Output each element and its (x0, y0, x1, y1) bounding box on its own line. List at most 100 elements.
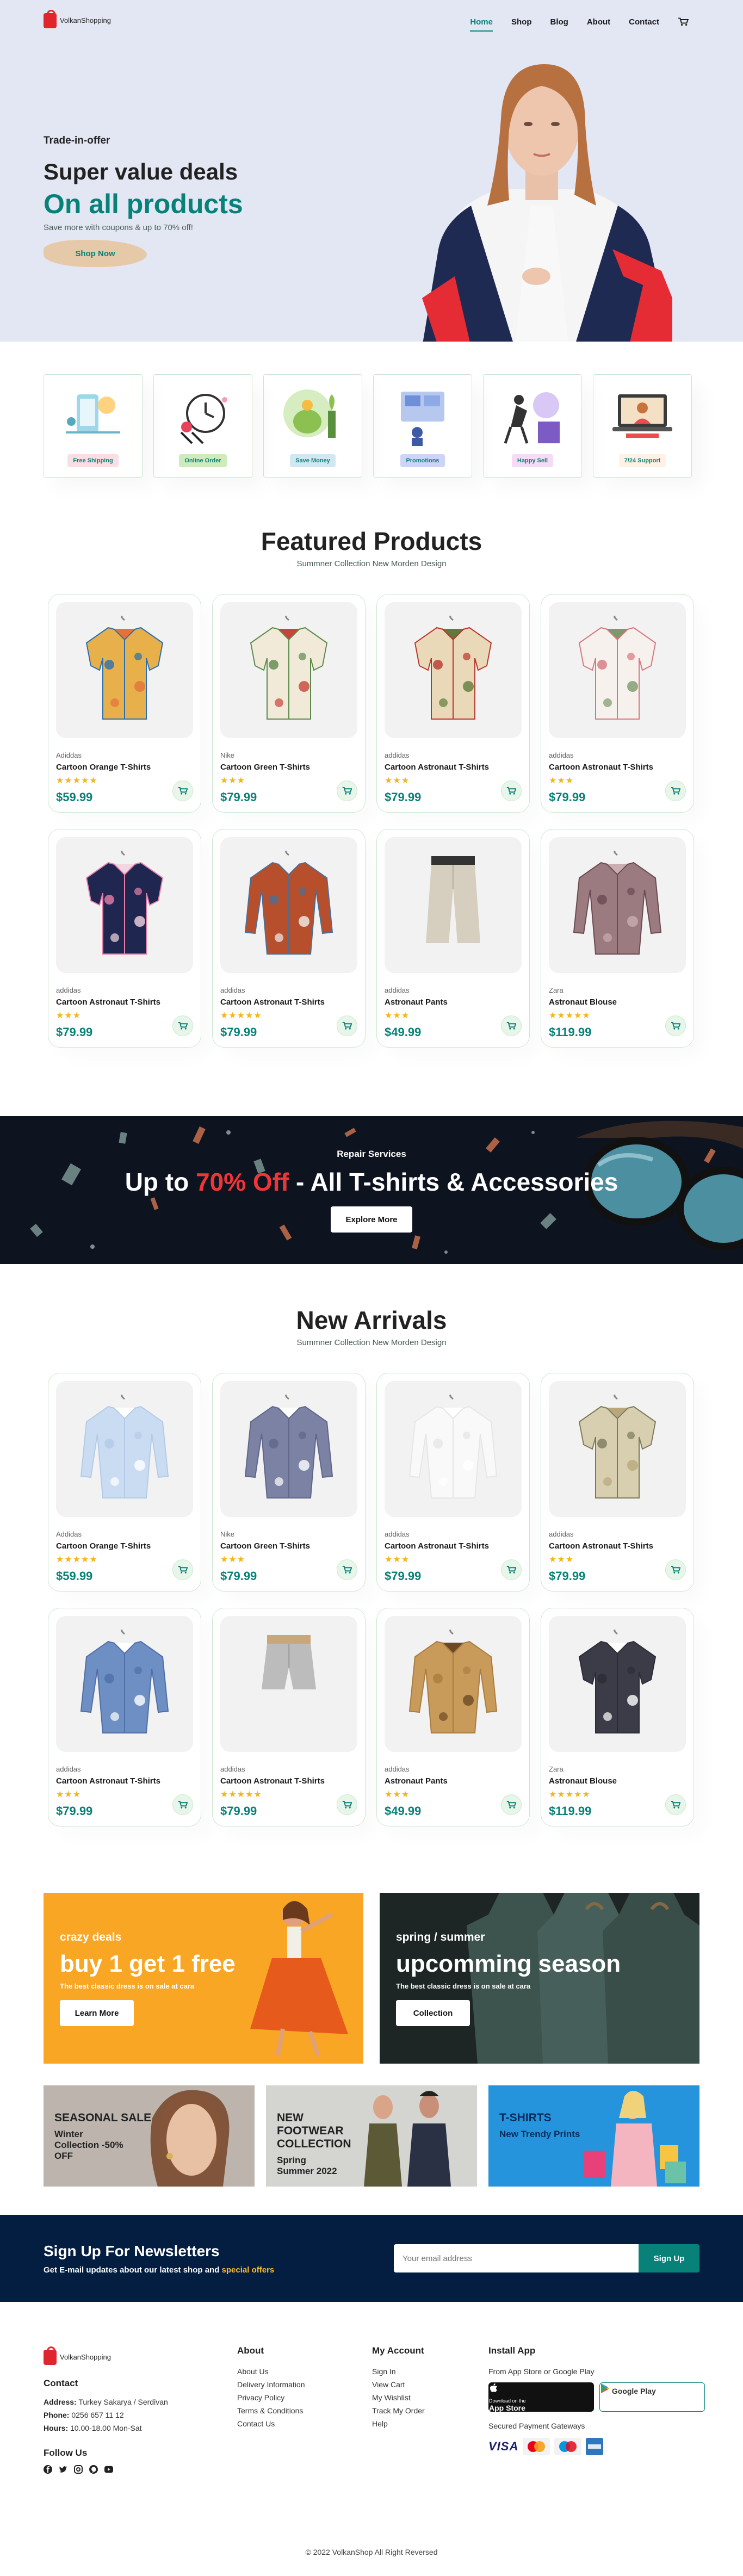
add-to-cart-button[interactable] (501, 1015, 522, 1036)
install-subtitle: From App Store or Google Play (488, 2367, 595, 2376)
product-image[interactable] (549, 1381, 686, 1517)
banner-title: Up to 70% Off - All T-shirts & Accessori… (0, 1167, 743, 1197)
collection-button[interactable]: Collection (396, 2000, 470, 2026)
product-image[interactable] (549, 1616, 686, 1752)
shop-now-button[interactable]: Shop Now (44, 240, 147, 267)
arrivals-heading: New Arrivals Summner Collection New Mord… (0, 1305, 743, 1347)
product-rating-stars: ★★★★★ (220, 1011, 262, 1020)
add-to-cart-button[interactable] (501, 781, 522, 801)
contact-address: Address: Turkey Sakarya / Serdivan (44, 2395, 168, 2408)
product-image[interactable] (385, 1381, 522, 1517)
product-card[interactable]: Nike Cartoon Green T-Shirts ★★★ $79.99 (212, 1373, 366, 1592)
product-image[interactable] (385, 1616, 522, 1752)
product-image[interactable] (549, 602, 686, 738)
product-rating-stars: ★★★ (385, 1011, 410, 1020)
product-card[interactable]: Nike Cartoon Green T-Shirts ★★★ $79.99 (212, 594, 366, 813)
facebook-icon[interactable] (44, 2465, 52, 2474)
app-store-button[interactable]: Download on the App Store (488, 2382, 594, 2412)
add-to-cart-button[interactable] (172, 1559, 193, 1580)
google-play-icon (601, 2383, 609, 2393)
add-to-cart-button[interactable] (337, 1559, 357, 1580)
google-play-label: Google Play (611, 2387, 656, 2395)
learn-more-button[interactable]: Learn More (60, 2000, 134, 2026)
logo[interactable]: VolkanShopping (44, 10, 111, 28)
product-image[interactable] (56, 1616, 193, 1752)
footer-link[interactable]: Help (372, 2417, 425, 2430)
add-to-cart-button[interactable] (665, 1559, 686, 1580)
product-card[interactable]: Zara Astronaut Blouse ★★★★★ $119.99 (541, 1608, 694, 1826)
twitter-icon[interactable] (59, 2465, 67, 2474)
add-to-cart-button[interactable] (172, 781, 193, 801)
product-image[interactable] (220, 1616, 357, 1752)
add-to-cart-button[interactable] (501, 1559, 522, 1580)
footer-link[interactable]: Terms & Conditions (237, 2404, 305, 2417)
add-to-cart-button[interactable] (172, 1794, 193, 1815)
address-label: Address: (44, 2398, 77, 2406)
product-card[interactable]: addidas Cartoon Astronaut T-Shirts ★★★ $79.… (376, 594, 530, 813)
cart-icon (178, 1801, 188, 1809)
sign-up-button[interactable]: Sign Up (639, 2244, 699, 2272)
footer-link[interactable]: Sign In (372, 2365, 425, 2378)
nav-about[interactable]: About (587, 17, 610, 28)
footer-link[interactable]: Contact Us (237, 2417, 305, 2430)
product-card[interactable]: addidas Cartoon Astronaut T-Shirts ★★★ $79.… (376, 1373, 530, 1592)
product-card[interactable]: addidas Cartoon Astronaut T-Shirts ★★★ $79.… (541, 1373, 694, 1592)
product-card[interactable]: addidas Cartoon Astronaut T-Shirts ★★★ $79.… (48, 1608, 201, 1826)
google-play-button[interactable]: Google Play (599, 2382, 705, 2412)
product-card[interactable]: addidas Cartoon Astronaut T-Shirts ★★★★★ $7… (212, 1608, 366, 1826)
add-to-cart-button[interactable] (337, 1015, 357, 1036)
nav-home[interactable]: Home (470, 17, 493, 32)
product-card[interactable]: addidas Astronaut Pants ★★★ $49.99 (376, 1608, 530, 1826)
product-card[interactable]: addidas Cartoon Astronaut T-Shirts ★★★★★ $7… (212, 829, 366, 1048)
product-image[interactable] (220, 837, 357, 973)
newsletter-email-input[interactable] (394, 2244, 639, 2272)
instagram-icon[interactable] (74, 2465, 83, 2474)
add-to-cart-button[interactable] (337, 781, 357, 801)
footer-link[interactable]: Privacy Policy (237, 2391, 305, 2404)
add-to-cart-button[interactable] (665, 1794, 686, 1815)
hero-highlight: On all products (44, 189, 243, 219)
product-card[interactable]: addidas Cartoon Astronaut T-Shirts ★★★ $79.… (541, 594, 694, 813)
add-to-cart-button[interactable] (501, 1794, 522, 1815)
nav-blog[interactable]: Blog (550, 17, 568, 28)
pinterest-icon[interactable] (89, 2465, 98, 2474)
product-card[interactable]: Adiddas Cartoon Orange T-Shirts ★★★★★ $59.9… (48, 594, 201, 813)
product-image[interactable] (56, 1381, 193, 1517)
product-image[interactable] (56, 602, 193, 738)
feature-label: Happy Sell (511, 454, 554, 467)
explore-more-button[interactable]: Explore More (331, 1206, 412, 1233)
banner-kicker: Repair Services (337, 1149, 406, 1159)
product-image[interactable] (220, 602, 357, 738)
footer-link[interactable]: Track My Order (372, 2404, 425, 2417)
product-card[interactable]: addidas Cartoon Astronaut T-Shirts ★★★ $79.… (48, 829, 201, 1048)
product-card[interactable]: addidas Astronaut Pants ★★★ $49.99 (376, 829, 530, 1048)
footer-link[interactable]: About Us (237, 2365, 305, 2378)
footer-link[interactable]: View Cart (372, 2378, 425, 2391)
product-card[interactable]: Addidas Cartoon Orange T-Shirts ★★★★★ $59.9… (48, 1373, 201, 1592)
product-image[interactable] (549, 837, 686, 973)
product-image[interactable] (220, 1381, 357, 1517)
footer-link[interactable]: My Wishlist (372, 2391, 425, 2404)
newsletter-subtitle-pre: Get E-mail updates about our latest shop… (44, 2265, 222, 2275)
footer-logo[interactable]: VolkanShopping (44, 2346, 168, 2365)
promo2-sub: The best classic dress is on sale at car… (396, 1982, 531, 1990)
nav-shop[interactable]: Shop (511, 17, 532, 28)
add-to-cart-button[interactable] (172, 1015, 193, 1036)
youtube-icon[interactable] (104, 2465, 113, 2474)
add-to-cart-button[interactable] (665, 781, 686, 801)
footer-link[interactable]: Delivery Information (237, 2378, 305, 2391)
product-rating-stars: ★★★★★ (220, 1790, 262, 1799)
product-image[interactable] (385, 837, 522, 973)
product-name: Cartoon Orange T-Shirts (56, 1541, 151, 1551)
product-rating-stars: ★★★★★ (56, 1555, 98, 1564)
product-image[interactable] (56, 837, 193, 973)
product-card[interactable]: Zara Astronaut Blouse ★★★★★ $119.99 (541, 829, 694, 1048)
product-image[interactable] (385, 602, 522, 738)
add-to-cart-button[interactable] (665, 1015, 686, 1036)
promo1-sub: The best classic dress is on sale at car… (60, 1982, 195, 1990)
feature-card: Free Shipping (44, 374, 143, 478)
nav-contact[interactable]: Contact (629, 17, 659, 28)
nav-cart[interactable] (678, 17, 689, 28)
add-to-cart-button[interactable] (337, 1794, 357, 1815)
product-name: Astronaut Blouse (549, 1776, 617, 1786)
